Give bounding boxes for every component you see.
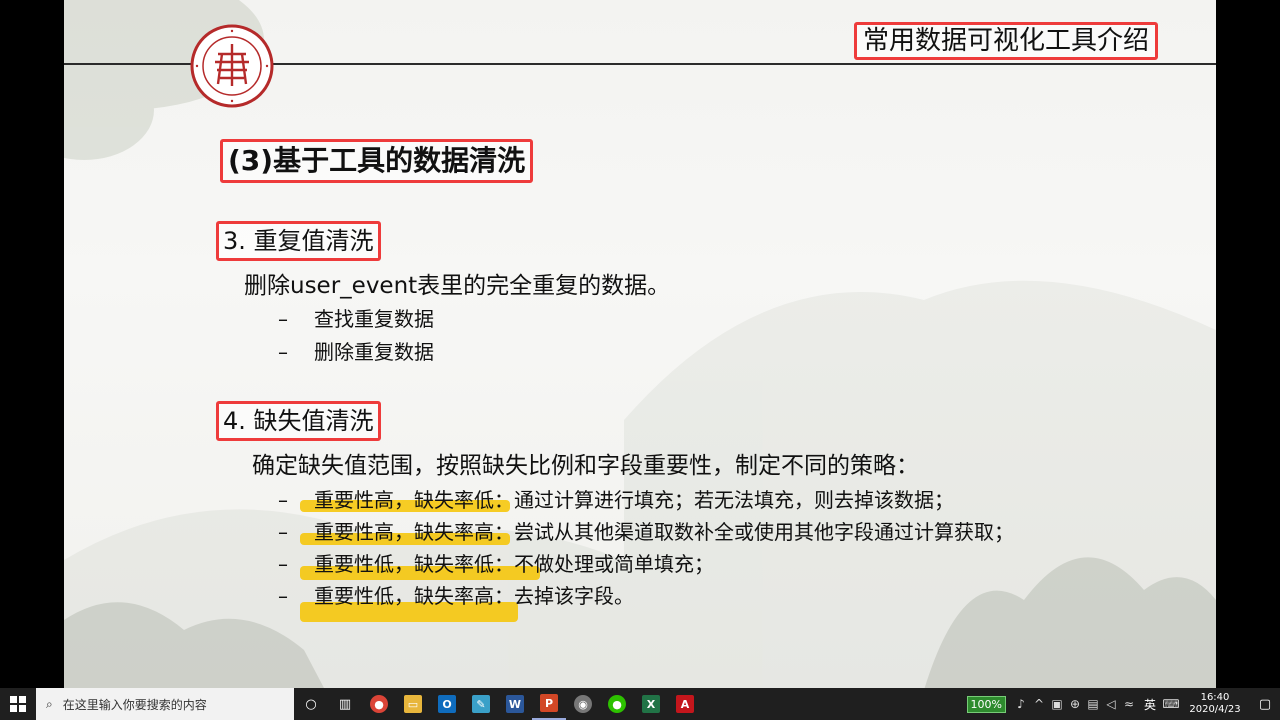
dash-marker: – — [278, 520, 288, 544]
acrobat-icon: A — [676, 695, 694, 713]
chrome-icon: ● — [370, 695, 388, 713]
presentation-slide: 常用数据可视化工具介绍 (3)基于工具的数据清洗 3. 重复值清洗 删除user… — [64, 0, 1216, 688]
slide-title: 常用数据可视化工具介绍 — [854, 22, 1159, 60]
bullet-text: 重要性低，缺失率低：不做处理或简单填充； — [314, 552, 714, 576]
wifi-icon[interactable]: ≈ — [1120, 697, 1138, 711]
outlook-icon: O — [438, 695, 456, 713]
notification-icon[interactable]: ▢ — [1250, 697, 1280, 712]
clock-date: 2020/4/23 — [1189, 704, 1241, 715]
dash-marker: – — [278, 552, 288, 576]
microphone-icon[interactable]: ♪ — [1012, 697, 1030, 711]
start-button[interactable] — [0, 688, 36, 720]
windows-logo-icon — [10, 696, 26, 712]
list-item: – 重要性低，缺失率低：不做处理或简单填充； — [278, 548, 714, 577]
excel-button[interactable]: X — [634, 688, 668, 720]
list-item: – 查找重复数据 — [278, 303, 434, 332]
excel-icon: X — [642, 695, 660, 713]
powerpoint-button[interactable]: P — [532, 688, 566, 720]
bullet-text: 重要性低，缺失率高：去掉该字段。 — [314, 584, 634, 608]
system-tray: 100% ♪ ^ ▣ ⊕ ▤ ◁ ≈ 英 ⌨ 16:40 2020/4/23 ▢ — [966, 688, 1280, 720]
dash-marker: – — [278, 340, 288, 364]
right-letterbox — [1216, 0, 1280, 688]
task-view-button[interactable]: ▥ — [328, 688, 362, 720]
file-explorer-button[interactable]: ▭ — [396, 688, 430, 720]
chrome-button[interactable]: ● — [362, 688, 396, 720]
taskbar-search-box[interactable]: ⌕ 在这里输入你要搜索的内容 — [36, 688, 294, 720]
zoom-indicator[interactable]: 100% — [966, 695, 1006, 713]
heading-missing-value-cleaning: 4. 缺失值清洗 — [216, 401, 381, 441]
volume-icon[interactable]: ◁ — [1102, 697, 1120, 711]
cortana-button[interactable]: ○ — [294, 688, 328, 720]
panda-app-button[interactable]: ◉ — [566, 688, 600, 720]
wechat-button[interactable]: ● — [600, 688, 634, 720]
list-item: – 删除重复数据 — [278, 336, 434, 365]
network-icon[interactable]: ▤ — [1084, 697, 1102, 711]
dash-marker: – — [278, 584, 288, 608]
wechat-icon: ● — [608, 695, 626, 713]
powerpoint-icon: P — [540, 694, 558, 712]
bullet-text: 重要性高，缺失率高：尝试从其他渠道取数补全或使用其他字段通过计算获取； — [314, 520, 1014, 544]
list-item: – 重要性高，缺失率低：通过计算进行填充；若无法填充，则去掉该数据； — [278, 484, 954, 513]
outlook-button[interactable]: O — [430, 688, 464, 720]
cortana-icon: ○ — [305, 696, 317, 712]
search-placeholder: 在这里输入你要搜索的内容 — [62, 697, 207, 712]
notes-icon: ✎ — [472, 695, 490, 713]
heading-duplicate-cleaning: 3. 重复值清洗 — [216, 221, 381, 261]
security-icon[interactable]: ⊕ — [1066, 697, 1084, 711]
search-icon: ⌕ — [46, 696, 53, 711]
dash-marker: – — [278, 488, 288, 512]
word-icon: W — [506, 695, 524, 713]
chevron-up-icon[interactable]: ^ — [1030, 697, 1048, 711]
panda-app-icon: ◉ — [574, 695, 592, 713]
notes-tray-icon[interactable]: ▣ — [1048, 697, 1066, 711]
duplicate-cleaning-intro: 删除user_event表里的完全重复的数据。 — [244, 273, 671, 299]
taskbar: ⌕ 在这里输入你要搜索的内容 ○ ▥ ● ▭ O ✎ W P ◉ ● X A 1… — [0, 688, 1280, 720]
section-title: (3)基于工具的数据清洗 — [220, 139, 534, 183]
clock-time: 16:40 — [1200, 692, 1230, 703]
university-logo — [190, 24, 274, 108]
word-button[interactable]: W — [498, 688, 532, 720]
notes-button[interactable]: ✎ — [464, 688, 498, 720]
bullet-text: 删除重复数据 — [314, 340, 434, 364]
left-letterbox — [0, 0, 64, 688]
file-explorer-icon: ▭ — [404, 695, 422, 713]
clock[interactable]: 16:40 2020/4/23 — [1180, 692, 1250, 716]
bullet-text: 重要性高，缺失率低：通过计算进行填充；若无法填充，则去掉该数据； — [314, 488, 954, 512]
list-item: – 重要性高，缺失率高：尝试从其他渠道取数补全或使用其他字段通过计算获取； — [278, 516, 1014, 545]
list-item: – 重要性低，缺失率高：去掉该字段。 — [278, 580, 634, 609]
task-view-icon: ▥ — [338, 696, 352, 712]
dash-marker: – — [278, 307, 288, 331]
acrobat-button[interactable]: A — [668, 688, 702, 720]
input-method-indicator[interactable]: 英 — [1144, 696, 1156, 713]
bullet-text: 查找重复数据 — [314, 307, 434, 331]
missing-value-intro: 确定缺失值范围，按照缺失比例和字段重要性，制定不同的策略： — [252, 453, 919, 479]
keyboard-icon[interactable]: ⌨ — [1162, 697, 1180, 711]
